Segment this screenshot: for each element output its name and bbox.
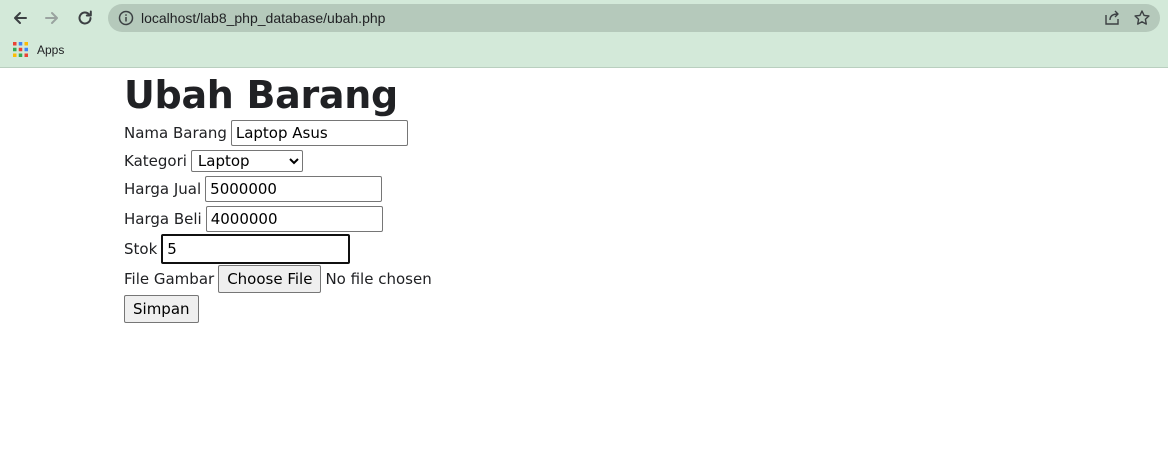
file-gambar-label: File Gambar [124,270,215,288]
row-stok: Stok [124,234,1124,264]
page-title: Ubah Barang [124,73,398,117]
apps-grid-icon[interactable] [13,42,28,57]
harga-jual-label: Harga Jual [124,180,202,198]
nama-barang-label: Nama Barang [124,124,227,142]
reload-button[interactable] [71,4,99,32]
info-icon[interactable] [118,10,134,26]
harga-jual-input[interactable] [205,176,383,202]
row-harga-beli: Harga Beli [124,204,1124,234]
address-url[interactable]: localhost/lab8_php_database/ubah.php [141,10,385,26]
arrow-left-icon [14,12,27,24]
back-button[interactable] [6,4,34,32]
row-file-gambar: File Gambar Choose File No file chosen [124,264,1124,294]
apps-bookmark[interactable]: Apps [37,42,64,58]
kategori-label: Kategori [124,152,187,170]
harga-beli-label: Harga Beli [124,210,202,228]
harga-beli-input[interactable] [205,206,383,232]
browser-toolbar: localhost/lab8_php_database/ubah.php [0,0,1168,36]
bookmarks-bar: Apps [0,38,1168,62]
arrow-right-icon [45,12,58,24]
choose-file-button[interactable]: Choose File [218,265,322,293]
reload-icon [78,10,92,25]
row-kategori: Kategori Laptop [124,148,1124,174]
page-content: Ubah Barang Nama Barang Kategori Laptop … [124,72,1124,324]
row-submit: Simpan [124,294,1124,324]
stok-label: Stok [124,240,158,258]
row-harga-jual: Harga Jual [124,174,1124,204]
stok-input[interactable] [161,234,351,264]
simpan-button[interactable]: Simpan [124,295,199,323]
star-icon[interactable] [1133,9,1151,27]
address-bar[interactable]: localhost/lab8_php_database/ubah.php [108,4,1160,32]
row-nama-barang: Nama Barang [124,118,1124,148]
file-status-text: No file chosen [325,270,432,288]
share-icon[interactable] [1104,10,1120,26]
nama-barang-input[interactable] [230,120,408,146]
forward-button[interactable] [38,4,66,32]
browser-chrome: localhost/lab8_php_database/ubah.php App… [0,0,1168,68]
edit-item-form: Nama Barang Kategori Laptop Harga Jual H… [124,118,1124,324]
kategori-select[interactable]: Laptop [190,150,303,172]
